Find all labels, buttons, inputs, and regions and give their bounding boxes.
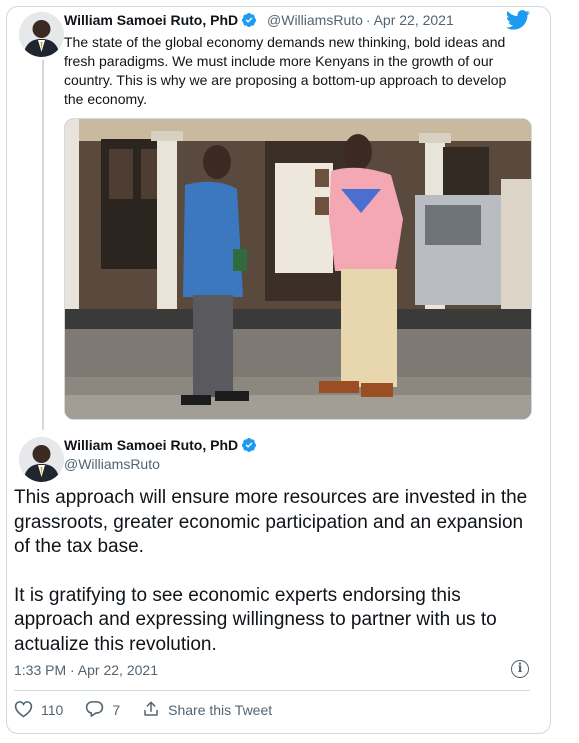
verified-badge-icon (241, 12, 257, 31)
share-icon (142, 700, 168, 721)
heart-icon (14, 700, 41, 721)
tweet-date-link[interactable]: Apr 22, 2021 (374, 12, 454, 28)
author-handle[interactable]: @WilliamsRuto (64, 456, 160, 472)
share-button[interactable]: Share this Tweet (142, 700, 272, 721)
tweet-timestamp[interactable]: 1:33 PM · Apr 22, 2021 (14, 662, 158, 678)
tweet-photo[interactable] (64, 118, 532, 420)
author-name[interactable]: William Samoei Ruto, PhD (64, 12, 238, 28)
author-name[interactable]: William Samoei Ruto, PhD (64, 437, 238, 453)
author-avatar[interactable] (19, 12, 64, 57)
tweet1-text: The state of the global economy demands … (64, 34, 507, 107)
twitter-bird-icon[interactable] (505, 10, 530, 35)
author-handle[interactable]: @WilliamsRuto (267, 12, 363, 28)
info-icon[interactable]: i (511, 660, 529, 678)
divider (14, 690, 530, 691)
tweet2-paragraph: This approach will ensure more resources… (14, 487, 528, 557)
like-count: 110 (41, 702, 64, 718)
verified-badge-icon (241, 437, 257, 458)
reply-icon (85, 700, 112, 721)
dot-separator: · (365, 12, 371, 28)
like-button[interactable]: 110 (14, 700, 63, 721)
reply-button[interactable]: 7 (85, 700, 120, 721)
tweet2-header: William Samoei Ruto, PhD (64, 437, 257, 458)
tweet1-header: William Samoei Ruto, PhD @WilliamsRuto · A… (64, 12, 454, 31)
tweet2-text: This approach will ensure more resources… (14, 486, 534, 681)
author-avatar[interactable] (19, 437, 64, 482)
share-label: Share this Tweet (168, 702, 273, 718)
tweet2-paragraph: It is gratifying to see economic experts… (14, 584, 497, 655)
thread-connector-line (42, 60, 44, 430)
reply-count: 7 (112, 702, 121, 718)
tweet-actions: 110 7 Share this Tweet (14, 699, 294, 721)
